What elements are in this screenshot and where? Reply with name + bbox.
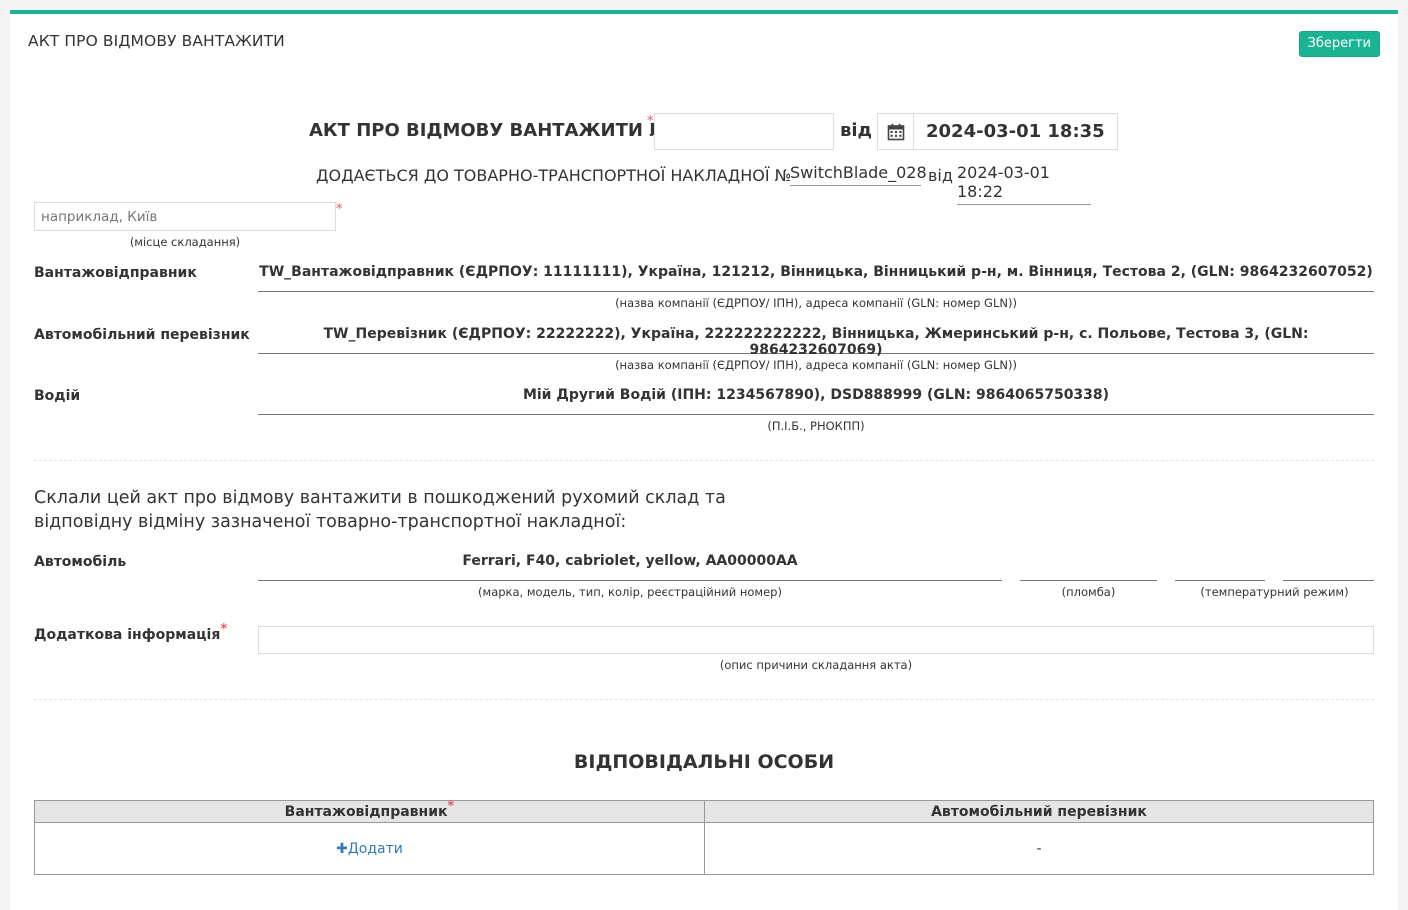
act-panel: АКТ ПРО ВІДМОВУ ВАНТАЖИТИ Зберегти АКТ П… — [10, 10, 1398, 910]
required-mark: * — [220, 622, 228, 637]
temperature-to-value — [1283, 553, 1374, 581]
column-consignor: Вантажовідправник* — [34, 798, 705, 823]
additional-info-label-text: Додаткова інформація — [34, 627, 221, 643]
document-title: АКТ ПРО ВІДМОВУ ВАНТАЖИТИ № — [309, 120, 671, 141]
required-mark: * — [447, 798, 455, 814]
additional-info-input[interactable] — [258, 626, 1374, 654]
responsible-table: Вантажовідправник* Автомобільний перевіз… — [34, 798, 1374, 875]
carrier-hint: (назва компанії (ЄДРПОУ/ ІПН), адреса ко… — [615, 358, 1017, 372]
consignor-label: Вантажовідправник — [34, 265, 197, 281]
seal-hint: (пломба) — [1061, 585, 1116, 599]
waybill-caption: ДОДАЄТЬСЯ ДО ТОВАРНО-ТРАНСПОРТНОЇ НАКЛАД… — [316, 166, 792, 185]
column-consignor-label: Вантажовідправник — [284, 803, 448, 820]
vehicle-hint: (марка, модель, тип, колір, реєстраційни… — [478, 585, 782, 599]
driver-label: Водій — [34, 388, 81, 404]
required-mark: * — [336, 202, 343, 217]
temperature-hint: (температурний режим) — [1200, 585, 1349, 599]
consignor-cell: ✚Додати — [34, 822, 705, 875]
waybill-date: 2024-03-01 18:22 — [957, 163, 1091, 205]
carrier-value: TW_Перевізник (ЄДРПОУ: 22222222), Україн… — [258, 326, 1374, 358]
waybill-number: SwitchBlade_028 — [790, 163, 927, 186]
place-hint: (місце складання) — [129, 235, 241, 249]
vehicle-label: Автомобіль — [34, 554, 127, 570]
table-row: ✚Додати - — [34, 822, 1374, 875]
temperature-from-value — [1175, 553, 1265, 581]
place-input[interactable] — [34, 202, 336, 231]
panel-title: АКТ ПРО ВІДМОВУ ВАНТАЖИТИ — [28, 32, 285, 50]
vehicle-value: Ferrari, F40, cabriolet, yellow, AA00000… — [258, 553, 1002, 581]
act-date-picker[interactable]: 2024-03-01 18:35 — [877, 113, 1118, 150]
statement-text: Склали цей акт про відмову вантажити в п… — [34, 486, 726, 534]
from-label: від — [840, 120, 873, 141]
calendar-icon[interactable] — [878, 114, 914, 149]
driver-value: Мій Другий Водій (ІПН: 1234567890), DSD8… — [258, 387, 1374, 415]
driver-hint: (П.І.Б., РНОКПП) — [767, 419, 865, 433]
statement-line-1: Склали цей акт про відмову вантажити в п… — [34, 488, 726, 508]
divider — [34, 460, 1374, 461]
divider — [34, 699, 1374, 700]
carrier-label: Автомобільний перевізник — [34, 327, 250, 343]
add-consignor-label: Додати — [347, 840, 403, 857]
table-header-row: Вантажовідправник* Автомобільний перевіз… — [34, 798, 1374, 823]
consignor-hint: (назва компанії (ЄДРПОУ/ ІПН), адреса ко… — [615, 296, 1017, 310]
waybill-from-label: від — [928, 166, 953, 185]
carrier-cell: - — [704, 822, 1374, 875]
save-button[interactable]: Зберегти — [1298, 31, 1380, 57]
add-consignor-button[interactable]: ✚Додати — [336, 841, 403, 857]
statement-line-2: відповідну відміну зазначеної товарно-тр… — [34, 512, 627, 532]
plus-icon: ✚ — [336, 840, 348, 857]
required-mark: * — [647, 114, 654, 129]
additional-info-hint: (опис причини складання акта) — [719, 658, 913, 672]
seal-value — [1020, 553, 1157, 581]
act-date-value[interactable]: 2024-03-01 18:35 — [914, 114, 1117, 149]
responsible-title: ВІДПОВІДАЛЬНІ ОСОБИ — [573, 751, 835, 773]
act-number-input[interactable] — [654, 113, 834, 150]
consignor-value: TW_Вантажовідправник (ЄДРПОУ: 11111111),… — [258, 264, 1374, 292]
additional-info-label: Додаткова інформація* — [34, 622, 227, 643]
column-carrier: Автомобільний перевізник — [704, 800, 1374, 823]
